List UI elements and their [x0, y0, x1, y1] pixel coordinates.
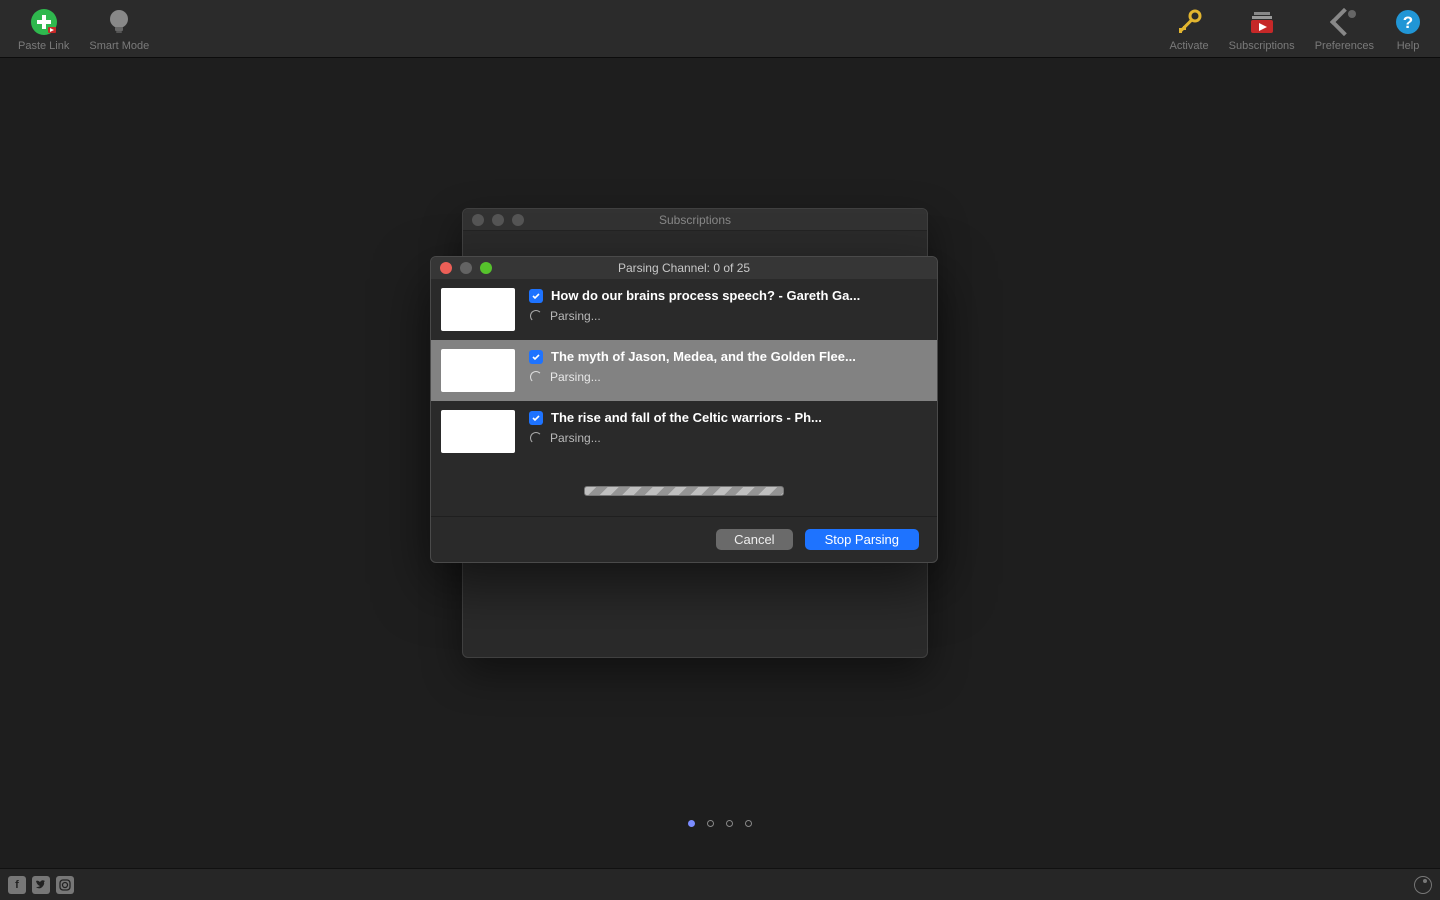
toolbar-label: Smart Mode — [89, 40, 149, 52]
item-body: The myth of Jason, Medea, and the Golden… — [529, 349, 927, 384]
page-indicator[interactable] — [0, 820, 1440, 827]
paste-link-button[interactable]: Paste Link — [8, 4, 79, 54]
subscriptions-titlebar[interactable]: Subscriptions — [463, 209, 927, 231]
pager-dot[interactable] — [726, 820, 733, 827]
minimize-icon[interactable] — [460, 262, 472, 274]
list-item[interactable]: The rise and fall of the Celtic warriors… — [431, 401, 937, 462]
pager-dot[interactable] — [707, 820, 714, 827]
zoom-icon[interactable] — [512, 214, 524, 226]
toolbar-label: Activate — [1170, 40, 1209, 52]
list-item[interactable]: How do our brains process speech? - Gare… — [431, 279, 937, 340]
checkbox[interactable] — [529, 350, 543, 364]
parsing-title: Parsing Channel: 0 of 25 — [431, 261, 937, 275]
activate-button[interactable]: Activate — [1160, 4, 1219, 54]
checkbox[interactable] — [529, 411, 543, 425]
facebook-icon[interactable]: f — [8, 876, 26, 894]
item-body: How do our brains process speech? - Gare… — [529, 288, 927, 323]
key-icon — [1175, 8, 1203, 36]
thumbnail — [441, 410, 515, 453]
item-status: Parsing... — [550, 309, 601, 323]
subscriptions-icon — [1248, 8, 1276, 36]
twitter-icon[interactable] — [32, 876, 50, 894]
help-icon: ? — [1394, 8, 1422, 36]
pager-dot[interactable] — [745, 820, 752, 827]
traffic-lights — [463, 214, 524, 226]
svg-text:?: ? — [1403, 13, 1413, 32]
preferences-button[interactable]: Preferences — [1305, 4, 1384, 54]
toolbar-label: Preferences — [1315, 40, 1374, 52]
item-title: The myth of Jason, Medea, and the Golden… — [551, 349, 856, 364]
social-icons: f — [8, 876, 74, 894]
smart-mode-button[interactable]: Smart Mode — [79, 4, 159, 54]
item-status: Parsing... — [550, 431, 601, 445]
help-button[interactable]: ? Help — [1384, 4, 1432, 54]
progress-bar — [584, 486, 784, 496]
zoom-icon[interactable] — [480, 262, 492, 274]
button-row: Cancel Stop Parsing — [431, 516, 937, 562]
toolbar-right: Activate Subscriptions Pref — [1160, 4, 1433, 54]
item-status: Parsing... — [550, 370, 601, 384]
toolbar-left: Paste Link Smart Mode — [8, 4, 159, 54]
minimize-icon[interactable] — [492, 214, 504, 226]
stop-parsing-button[interactable]: Stop Parsing — [805, 529, 919, 550]
bulb-icon — [105, 8, 133, 36]
paste-link-icon — [30, 8, 58, 36]
thumbnail — [441, 288, 515, 331]
list-item[interactable]: The myth of Jason, Medea, and the Golden… — [431, 340, 937, 401]
toolbar-label: Help — [1397, 40, 1420, 52]
item-title: How do our brains process speech? - Gare… — [551, 288, 860, 303]
parsing-items: How do our brains process speech? - Gare… — [431, 279, 937, 462]
toolbar: Paste Link Smart Mode — [0, 0, 1440, 58]
subscriptions-title: Subscriptions — [463, 213, 927, 227]
item-title: The rise and fall of the Celtic warriors… — [551, 410, 822, 425]
status-bar: f — [0, 868, 1440, 900]
cancel-button[interactable]: Cancel — [716, 529, 792, 550]
instagram-icon[interactable] — [56, 876, 74, 894]
traffic-lights — [431, 262, 492, 274]
parsing-titlebar[interactable]: Parsing Channel: 0 of 25 — [431, 257, 937, 279]
pager-dot[interactable] — [688, 820, 695, 827]
spinner-icon — [530, 371, 542, 383]
tools-icon — [1330, 8, 1358, 36]
toolbar-label: Paste Link — [18, 40, 69, 52]
spinner-icon — [530, 310, 542, 322]
item-body: The rise and fall of the Celtic warriors… — [529, 410, 927, 445]
toolbar-label: Subscriptions — [1229, 40, 1295, 52]
thumbnail — [441, 349, 515, 392]
main-area: Subscriptions Parsing Channel: 0 of 25 — [0, 58, 1440, 838]
close-icon[interactable] — [472, 214, 484, 226]
progress-area — [431, 462, 937, 516]
subscriptions-button[interactable]: Subscriptions — [1219, 4, 1305, 54]
parsing-window: Parsing Channel: 0 of 25 How do our brai… — [430, 256, 938, 563]
globe-icon[interactable] — [1414, 876, 1432, 894]
checkbox[interactable] — [529, 289, 543, 303]
spinner-icon — [530, 432, 542, 444]
close-icon[interactable] — [440, 262, 452, 274]
